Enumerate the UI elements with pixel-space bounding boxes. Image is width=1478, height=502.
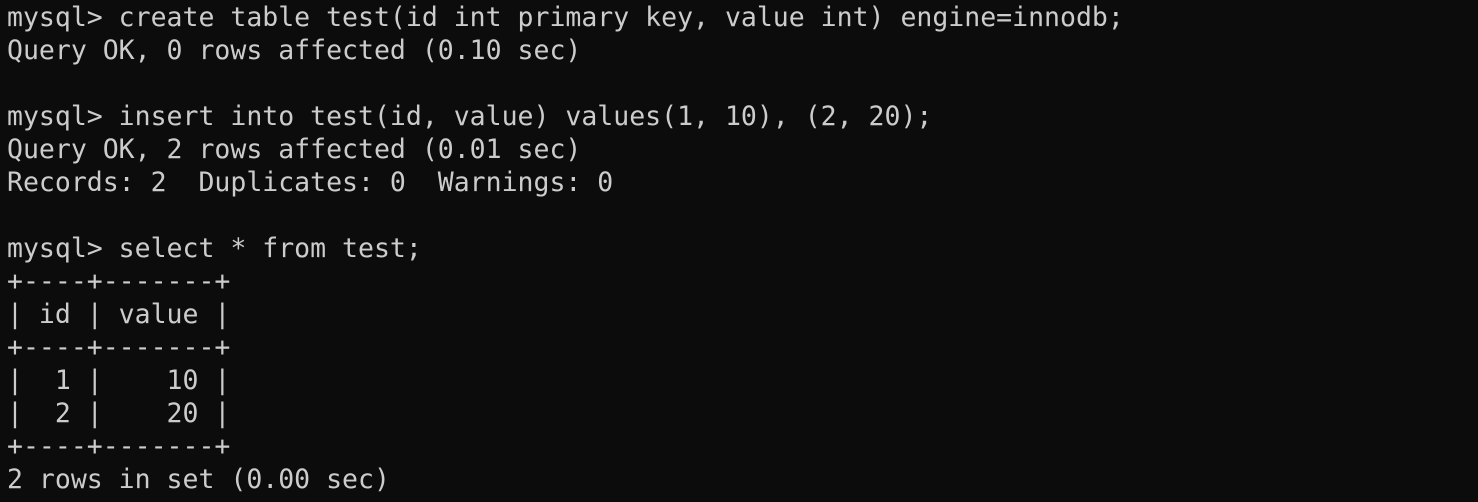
table-border-top: +----+-------+ [7,266,231,297]
command-line-create-table: mysql> create table test(id int primary … [7,2,1124,33]
table-border-header: +----+-------+ [7,332,231,363]
command-line-insert: mysql> insert into test(id, value) value… [7,101,933,132]
table-header-row: | id | value | [7,299,231,330]
table-row: | 1 | 10 | [7,365,231,396]
output-line-records: Records: 2 Duplicates: 0 Warnings: 0 [7,167,614,198]
table-row: | 2 | 20 | [7,398,231,429]
terminal-window[interactable]: mysql> create table test(id int primary … [0,0,1478,502]
output-line-rows-in-set: 2 rows in set (0.00 sec) [7,464,390,495]
output-line-create-result: Query OK, 0 rows affected (0.10 sec) [7,35,582,66]
output-line-insert-result: Query OK, 2 rows affected (0.01 sec) [7,134,582,165]
command-line-select: mysql> select * from test; [7,233,422,264]
table-border-bottom: +----+-------+ [7,431,231,462]
